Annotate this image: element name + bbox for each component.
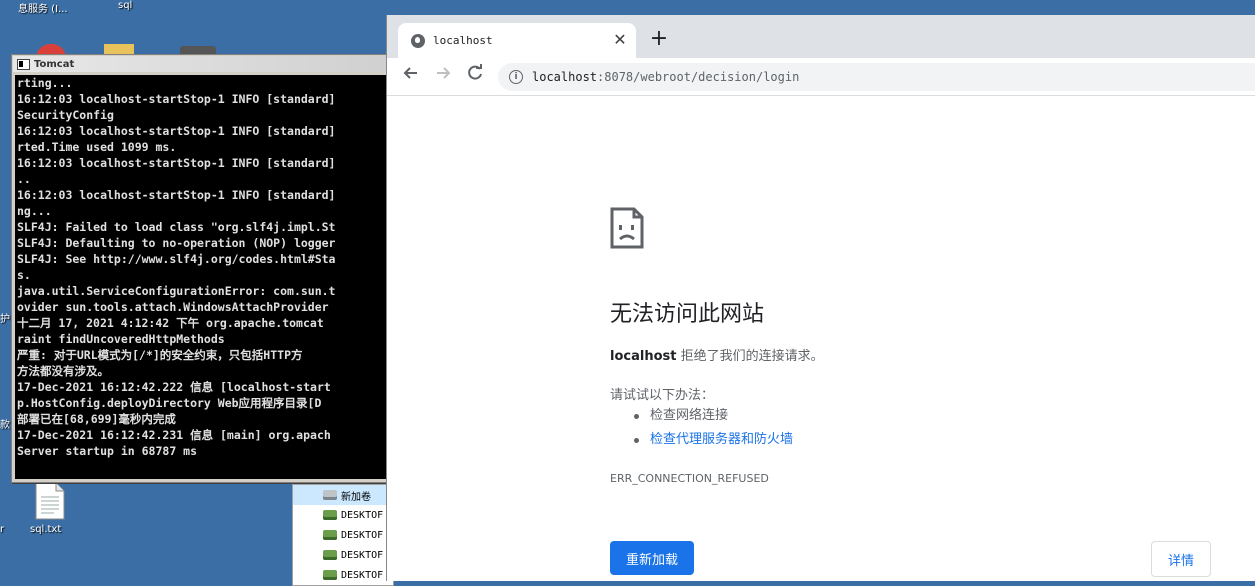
- desktop-icon-label[interactable]: 息服务 (I...: [18, 0, 68, 15]
- console-line: 部署已在[68,699]毫秒内完成: [17, 412, 176, 426]
- console-line: rted.Time used 1099 ms.: [17, 140, 177, 154]
- back-arrow-icon: [403, 67, 417, 79]
- console-line: ..: [17, 172, 31, 186]
- url-host: localhost: [532, 70, 598, 84]
- tomcat-console-window[interactable]: Tomcat rting... 16:12:03 localhost-start…: [11, 54, 393, 483]
- close-tab-icon[interactable]: ✕: [612, 32, 628, 48]
- explorer-item-label: DESKTOF: [341, 529, 384, 541]
- console-icon: [17, 58, 30, 70]
- explorer-item-label: DESKTOF: [341, 549, 384, 561]
- text-file-icon[interactable]: [34, 482, 66, 520]
- console-line: 16:12:03 localhost-startStop-1 INFO [sta…: [17, 92, 336, 106]
- explorer-item-label: DESKTOF: [341, 509, 384, 521]
- console-line: 16:12:03 localhost-startStop-1 INFO [sta…: [17, 124, 336, 138]
- explorer-item[interactable]: DESKTOF: [293, 505, 393, 525]
- file-label[interactable]: sql.txt: [30, 524, 61, 535]
- details-button[interactable]: 详情: [1151, 541, 1211, 577]
- explorer-item[interactable]: DESKTOF: [293, 565, 393, 585]
- desktop-icon-label[interactable]: r: [0, 524, 4, 535]
- globe-icon: [411, 33, 425, 48]
- explorer-nav-pane: 新加卷 DESKTOF DESKTOF DESKTOF DESKTOF: [292, 484, 394, 586]
- tab-title: localhost: [433, 34, 493, 47]
- browser-window: localhost ✕ + i localhost:8078/webroot/d…: [386, 15, 1255, 581]
- console-line: 17-Dec-2021 16:12:42.231 信息 [main] org.a…: [17, 428, 331, 442]
- console-line: java.util.ServiceConfigurationError: com…: [17, 284, 336, 298]
- console-line: ovider sun.tools.attach.WindowsAttachPro…: [17, 300, 329, 314]
- explorer-item-label: DESKTOF: [341, 569, 384, 581]
- browser-toolbar: i localhost:8078/webroot/decision/login: [387, 58, 1255, 96]
- explorer-item[interactable]: DESKTOF: [293, 525, 393, 545]
- console-line: 16:12:03 localhost-startStop-1 INFO [sta…: [17, 188, 336, 202]
- console-line: Server startup in 68787 ms: [17, 444, 198, 458]
- console-line: 方法都没有涉及。: [17, 364, 109, 378]
- console-line: p.HostConfig.deployDirectory Web应用程序目录[D: [17, 396, 322, 410]
- forward-button[interactable]: [431, 64, 455, 88]
- console-line: SLF4J: Failed to load class "org.slf4j.i…: [17, 220, 336, 234]
- drive-icon: [323, 490, 337, 500]
- new-tab-button[interactable]: +: [649, 28, 669, 50]
- sad-document-icon: [610, 207, 644, 249]
- reload-page-button[interactable]: 重新加载: [610, 541, 694, 575]
- forward-arrow-icon: [437, 67, 451, 79]
- explorer-item[interactable]: DESKTOF: [293, 545, 393, 565]
- console-line: 十二月 17, 2021 4:12:42 下午 org.apache.tomca…: [17, 316, 324, 330]
- network-drive-icon: [323, 510, 337, 520]
- network-drive-icon: [323, 570, 337, 580]
- url-path: :8078/webroot/decision/login: [597, 70, 800, 84]
- console-line: 17-Dec-2021 16:12:42.222 信息 [localhost-s…: [17, 380, 331, 394]
- network-drive-icon: [323, 530, 337, 540]
- console-line: s.: [17, 268, 31, 282]
- error-desc-text: 拒绝了我们的连接请求。: [676, 349, 824, 364]
- address-bar[interactable]: i localhost:8078/webroot/decision/login: [498, 63, 1255, 91]
- error-title: 无法访问此网站: [610, 302, 765, 327]
- console-line: 16:12:03 localhost-startStop-1 INFO [sta…: [17, 156, 336, 170]
- reload-button[interactable]: [463, 64, 487, 88]
- explorer-item-label: 新加卷: [341, 491, 371, 503]
- suggestion-link[interactable]: 检查代理服务器和防火墙: [634, 432, 793, 456]
- error-description: localhost 拒绝了我们的连接请求。: [610, 345, 824, 364]
- site-info-icon[interactable]: i: [509, 70, 523, 84]
- console-title: Tomcat: [34, 58, 75, 70]
- console-line: raint findUncoveredHttpMethods: [17, 332, 225, 346]
- browser-tab[interactable]: localhost ✕: [398, 23, 636, 58]
- back-button[interactable]: [399, 64, 423, 88]
- network-drive-icon: [323, 550, 337, 560]
- console-output[interactable]: rting... 16:12:03 localhost-startStop-1 …: [15, 75, 389, 479]
- desktop-icon-label[interactable]: 款: [0, 416, 10, 431]
- error-code: ERR_CONNECTION_REFUSED: [610, 472, 769, 485]
- console-line: rting...: [17, 76, 73, 90]
- console-line: ng...: [17, 204, 52, 218]
- console-titlebar[interactable]: Tomcat: [13, 56, 391, 72]
- console-line: SecurityConfig: [17, 108, 114, 122]
- desktop-icon-label[interactable]: sql: [118, 0, 132, 11]
- suggestion-list: 检查网络连接 检查代理服务器和防火墙: [634, 408, 793, 456]
- console-line: SLF4J: See http://www.slf4j.org/codes.ht…: [17, 252, 336, 266]
- explorer-item[interactable]: 新加卷: [293, 485, 393, 505]
- error-host: localhost: [610, 349, 677, 364]
- desktop-icon-label[interactable]: 护: [0, 310, 10, 325]
- console-line: SLF4J: Defaulting to no-operation (NOP) …: [17, 236, 336, 250]
- refresh-icon: [468, 64, 482, 80]
- suggestion-item: 检查网络连接: [634, 408, 793, 432]
- console-line: 严重: 对于URL模式为[/*]的安全约束，只包括HTTP方: [17, 348, 303, 362]
- error-page: 无法访问此网站 localhost 拒绝了我们的连接请求。 请试试以下办法： 检…: [387, 96, 1255, 581]
- try-heading: 请试试以下办法：: [610, 388, 715, 403]
- url-text[interactable]: localhost:8078/webroot/decision/login: [532, 70, 799, 84]
- tab-strip: localhost ✕ +: [387, 15, 1255, 58]
